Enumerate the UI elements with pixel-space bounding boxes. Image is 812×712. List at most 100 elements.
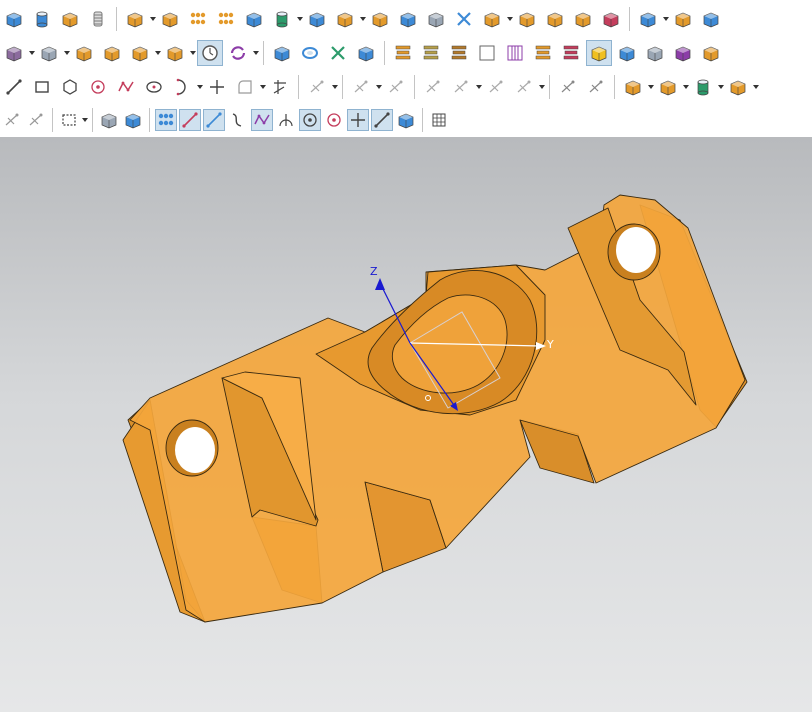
dropdown-arrow-icon[interactable]	[149, 6, 156, 32]
offset-curve-button[interactable]	[304, 74, 330, 100]
extrude-button[interactable]	[122, 6, 148, 32]
select-face-button[interactable]	[98, 109, 120, 131]
feature-move-button[interactable]	[241, 6, 267, 32]
tangent-constraint-button[interactable]	[448, 74, 474, 100]
dropdown-arrow-icon[interactable]	[81, 107, 88, 133]
offset-face-button[interactable]	[423, 6, 449, 32]
scaffold-button[interactable]	[446, 40, 472, 66]
component-button[interactable]	[614, 40, 640, 66]
pad-button[interactable]	[57, 6, 83, 32]
snap-midpoint-button[interactable]	[203, 109, 225, 131]
dropdown-arrow-icon[interactable]	[154, 40, 161, 66]
blank-square-button[interactable]	[474, 40, 500, 66]
snap-endpoint-button[interactable]	[179, 109, 201, 131]
dropdown-arrow-icon[interactable]	[259, 74, 266, 100]
hole-button[interactable]	[36, 40, 62, 66]
dimension-button[interactable]	[483, 74, 509, 100]
rectangle-button[interactable]	[29, 74, 55, 100]
door-button[interactable]	[670, 40, 696, 66]
chamfer-button[interactable]	[304, 6, 330, 32]
line-button[interactable]	[1, 74, 27, 100]
snap-curve-button[interactable]	[227, 109, 249, 131]
trim-body-button[interactable]	[451, 6, 477, 32]
dropdown-arrow-icon[interactable]	[662, 6, 669, 32]
solid-button[interactable]	[1, 40, 27, 66]
perpendicular-constraint-button[interactable]	[511, 74, 537, 100]
parallel-constraint-button[interactable]	[420, 74, 446, 100]
layers-button[interactable]	[530, 40, 556, 66]
dropdown-arrow-icon[interactable]	[717, 74, 724, 100]
select-rectangle-button[interactable]	[58, 109, 80, 131]
snap-on-curve-button[interactable]	[347, 109, 369, 131]
revolve-feature-button[interactable]	[655, 74, 681, 100]
model-view[interactable]: Z Y	[0, 137, 812, 712]
extract-button[interactable]	[570, 6, 596, 32]
wave-stack-button[interactable]	[558, 40, 584, 66]
trim-sketch-button[interactable]	[267, 74, 293, 100]
dropdown-arrow-icon[interactable]	[196, 74, 203, 100]
dropdown-arrow-icon[interactable]	[331, 74, 338, 100]
graphics-viewport[interactable]: Z Y	[0, 137, 812, 712]
snap-center-button[interactable]	[299, 109, 321, 131]
dropdown-arrow-icon[interactable]	[189, 40, 196, 66]
dropdown-arrow-icon[interactable]	[475, 74, 482, 100]
polygon-button[interactable]	[57, 74, 83, 100]
snap-quadrant-button[interactable]	[323, 109, 345, 131]
hole-feature-button[interactable]	[725, 74, 751, 100]
extrude-feature-button[interactable]	[620, 74, 646, 100]
grid-options-button[interactable]	[428, 109, 450, 131]
cylinder-button[interactable]	[29, 6, 55, 32]
layer-button[interactable]	[353, 40, 379, 66]
dropdown-arrow-icon[interactable]	[63, 40, 70, 66]
dropdown-arrow-icon[interactable]	[252, 40, 259, 66]
mirror-body-button[interactable]	[514, 6, 540, 32]
dropdown-arrow-icon[interactable]	[647, 74, 654, 100]
face-blend-button[interactable]	[542, 6, 568, 32]
split-body-button[interactable]	[479, 6, 505, 32]
revolve-button[interactable]	[157, 6, 183, 32]
update-button[interactable]	[225, 40, 251, 66]
snap-intersection-button[interactable]	[275, 109, 297, 131]
fillet-sketch-button[interactable]	[232, 74, 258, 100]
shaded-cube-button[interactable]	[586, 40, 612, 66]
thicken-button[interactable]	[670, 6, 696, 32]
pocket-button[interactable]	[99, 40, 125, 66]
snap-control-button[interactable]	[251, 109, 273, 131]
dropdown-arrow-icon[interactable]	[375, 74, 382, 100]
cube-end-button[interactable]	[698, 40, 724, 66]
boss-button[interactable]	[71, 40, 97, 66]
edge-blend-button[interactable]	[635, 6, 661, 32]
project-curve-button[interactable]	[383, 74, 409, 100]
snap-on-face-button[interactable]	[371, 109, 393, 131]
ellipse-button[interactable]	[141, 74, 167, 100]
select-body-button[interactable]	[122, 109, 144, 131]
sketch-box-button[interactable]	[269, 40, 295, 66]
dropdown-arrow-icon[interactable]	[359, 6, 366, 32]
mirror-curve-button[interactable]	[348, 74, 374, 100]
dropdown-arrow-icon[interactable]	[296, 6, 303, 32]
drawing-sheet-button[interactable]	[642, 40, 668, 66]
snap-bounded-button[interactable]	[395, 109, 417, 131]
columns-button[interactable]	[502, 40, 528, 66]
tower-button[interactable]	[418, 40, 444, 66]
arc-button[interactable]	[169, 74, 195, 100]
body-button[interactable]	[698, 6, 724, 32]
convert-reference-button[interactable]	[555, 74, 581, 100]
dropdown-arrow-icon[interactable]	[506, 6, 513, 32]
spline-button[interactable]	[113, 74, 139, 100]
shell-button[interactable]	[332, 6, 358, 32]
block-button[interactable]	[1, 6, 27, 32]
scale-body-button[interactable]	[598, 6, 624, 32]
dropdown-arrow-icon[interactable]	[682, 74, 689, 100]
sweep-button[interactable]	[395, 6, 421, 32]
dropdown-arrow-icon[interactable]	[538, 74, 545, 100]
plate-stack-button[interactable]	[390, 40, 416, 66]
alternate-solution-button[interactable]	[583, 74, 609, 100]
cross-point-button[interactable]	[204, 74, 230, 100]
snap-grid-button[interactable]	[155, 109, 177, 131]
dropdown-arrow-icon[interactable]	[28, 40, 35, 66]
dropdown-arrow-icon[interactable]	[752, 74, 759, 100]
measure-button[interactable]	[325, 40, 351, 66]
section-button[interactable]	[297, 40, 323, 66]
part-body[interactable]	[122, 194, 748, 623]
